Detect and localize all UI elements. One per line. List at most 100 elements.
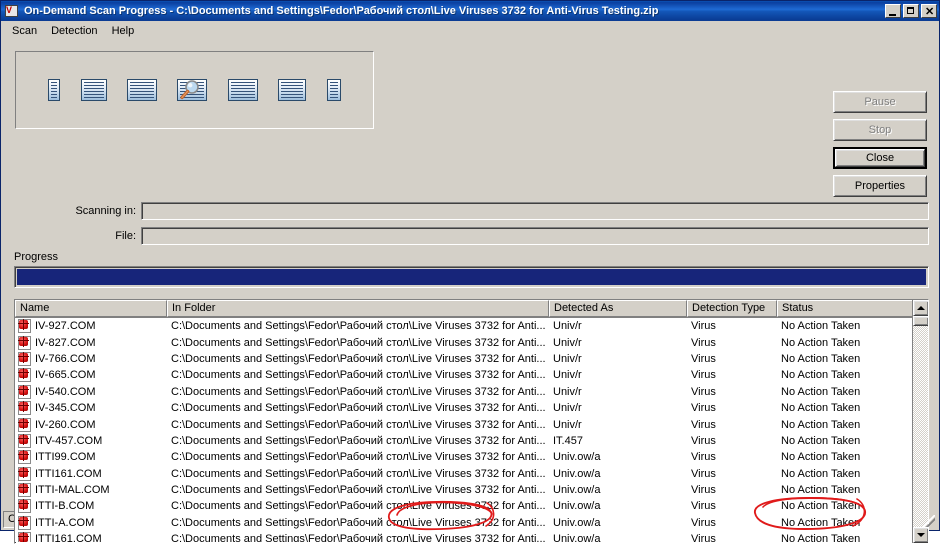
progress-bar-fill [17, 269, 926, 285]
file-name-label: ITTI-MAL.COM [35, 484, 110, 496]
scanning-in-label: Scanning in: [1, 205, 141, 217]
cell-folder: C:\Documents and Settings\Fedor\Рабочий … [167, 451, 549, 463]
cell-detected_as: Univ.ow/a [549, 484, 687, 496]
menu-help[interactable]: Help [105, 23, 142, 39]
cell-status: No Action Taken [777, 468, 914, 480]
cell-folder: C:\Documents and Settings\Fedor\Рабочий … [167, 533, 549, 542]
cell-status: No Action Taken [777, 517, 914, 529]
detections-list[interactable]: NameIn FolderDetected AsDetection TypeSt… [14, 299, 929, 544]
table-row[interactable]: ITTI161.COM C:\Documents and Settings\Fed… [15, 466, 928, 482]
table-row[interactable]: ITV-457.COMC:\Documents and Settings\Fed… [15, 433, 928, 449]
cell-detected_as: Univ.ow/a [549, 451, 687, 463]
cell-detection_type: Virus [687, 435, 777, 447]
cell-folder: C:\Documents and Settings\Fedor\Рабочий … [167, 369, 549, 381]
cell-detection_type: Virus [687, 517, 777, 529]
document-icon [127, 79, 157, 101]
table-row[interactable]: ITTI-MAL.COM C:\Documents and Settings\Fe… [15, 482, 928, 498]
file-name-label: IV-927.COM [35, 320, 96, 332]
list-column-header-name[interactable]: Name [15, 300, 167, 317]
cell-detection_type: Virus [687, 484, 777, 496]
cell-name: ITTI161.COM [15, 467, 167, 481]
close-icon[interactable]: ✕ [921, 4, 937, 18]
file-name-label: IV-540.COM [35, 386, 96, 398]
cell-detection_type: Virus [687, 451, 777, 463]
close-button[interactable]: Close [833, 147, 927, 169]
cell-detected_as: Univ/r [549, 369, 687, 381]
cell-folder: C:\Documents and Settings\Fedor\Рабочий … [167, 320, 549, 332]
file-name-label: ITTI161.COM [35, 468, 102, 480]
table-row[interactable]: ITTI-B.COMC:\Documents and Settings\Fedo… [15, 498, 928, 514]
file-name-label: ITTI-A.COM [35, 517, 94, 529]
cell-detected_as: Univ/r [549, 386, 687, 398]
infected-file-icon [18, 434, 31, 448]
scrollbar-thumb[interactable] [913, 316, 929, 326]
cell-status: No Action Taken [777, 337, 914, 349]
table-row[interactable]: IV-540.COM C:\Documents and Settings\Fedo… [15, 384, 928, 400]
scroll-up-button[interactable] [913, 300, 929, 316]
menu-scan[interactable]: Scan [5, 23, 44, 39]
properties-button[interactable]: Properties [833, 175, 927, 197]
cell-status: No Action Taken [777, 386, 914, 398]
cell-detection_type: Virus [687, 320, 777, 332]
table-row[interactable]: IV-260.COM C:\Documents and Settings\Fedo… [15, 416, 928, 432]
document-icon [327, 79, 341, 101]
on-demand-scan-progress-window: V On-Demand Scan Progress - C:\Documents… [0, 0, 940, 531]
table-row[interactable]: ITTI161.COM C:\Documents and Settings\Fed… [15, 531, 928, 542]
table-row[interactable]: ITTI-A.COM C:\Documents and Settings\Fedo… [15, 515, 928, 531]
cell-name: IV-766.COM [15, 352, 167, 366]
cell-folder: C:\Documents and Settings\Fedor\Рабочий … [167, 468, 549, 480]
table-row[interactable]: ITTI99.COMC:\Documents and Settings\Fedo… [15, 449, 928, 465]
table-row[interactable]: IV-927.COM C:\Documents and Settings\Fedo… [15, 318, 928, 334]
cell-folder: C:\Documents and Settings\Fedor\Рабочий … [167, 435, 549, 447]
table-row[interactable]: IV-766.COMC:\Documents and Settings\Fedo… [15, 351, 928, 367]
maximize-button[interactable] [903, 4, 919, 18]
stop-button[interactable]: Stop [833, 119, 927, 141]
cell-detection_type: Virus [687, 500, 777, 512]
file-name-label: IV-665.COM [35, 369, 96, 381]
pause-button[interactable]: Pause [833, 91, 927, 113]
cell-status: No Action Taken [777, 484, 914, 496]
infected-file-icon [18, 467, 31, 481]
cell-name: IV-665.COM [15, 368, 167, 382]
list-body[interactable]: IV-927.COM C:\Documents and Settings\Fedo… [15, 318, 928, 542]
file-name-label: ITTI161.COM [35, 533, 102, 542]
table-row[interactable]: IV-345.COMC:\Documents and Settings\Fedo… [15, 400, 928, 416]
scanning-in-row: Scanning in: [1, 202, 931, 220]
list-column-header-detection_type[interactable]: Detection Type [687, 300, 777, 317]
scrollbar-track[interactable] [913, 316, 928, 527]
file-label: File: [1, 230, 141, 242]
cell-status: No Action Taken [777, 533, 914, 542]
cell-folder: C:\Documents and Settings\Fedor\Рабочий … [167, 386, 549, 398]
minimize-button[interactable] [885, 4, 901, 18]
list-column-header-detected_as[interactable]: Detected As [549, 300, 687, 317]
cell-detected_as: Univ/r [549, 402, 687, 414]
document-magnifier-icon [177, 79, 207, 101]
scroll-down-button[interactable] [913, 527, 929, 543]
title-bar[interactable]: V On-Demand Scan Progress - C:\Documents… [1, 1, 939, 21]
cell-status: No Action Taken [777, 402, 914, 414]
table-row[interactable]: IV-665.COM C:\Documents and Settings\Fedo… [15, 367, 928, 383]
window-controls: ✕ [885, 4, 937, 18]
cell-detected_as: Univ/r [549, 353, 687, 365]
file-field[interactable] [141, 227, 929, 245]
cell-folder: C:\Documents and Settings\Fedor\Рабочий … [167, 353, 549, 365]
cell-folder: C:\Documents and Settings\Fedor\Рабочий … [167, 517, 549, 529]
cell-folder: C:\Documents and Settings\Fedor\Рабочий … [167, 484, 549, 496]
file-name-label: IV-260.COM [35, 419, 96, 431]
scanning-in-field[interactable] [141, 202, 929, 220]
cell-detected_as: Univ.ow/a [549, 500, 687, 512]
cell-folder: C:\Documents and Settings\Fedor\Рабочий … [167, 419, 549, 431]
vertical-scrollbar[interactable] [912, 300, 928, 543]
cell-folder: C:\Documents and Settings\Fedor\Рабочий … [167, 337, 549, 349]
progress-bar [14, 266, 929, 288]
cell-name: ITTI99.COM [15, 450, 167, 464]
cell-name: ITTI-B.COM [15, 499, 167, 513]
list-column-header-status[interactable]: Status [777, 300, 914, 317]
list-column-header-folder[interactable]: In Folder [167, 300, 549, 317]
cell-detection_type: Virus [687, 402, 777, 414]
table-row[interactable]: IV-827.COMC:\Documents and Settings\Fedo… [15, 334, 928, 350]
cell-detection_type: Virus [687, 419, 777, 431]
cell-detection_type: Virus [687, 386, 777, 398]
menu-detection[interactable]: Detection [44, 23, 104, 39]
resize-grip[interactable] [921, 511, 937, 528]
